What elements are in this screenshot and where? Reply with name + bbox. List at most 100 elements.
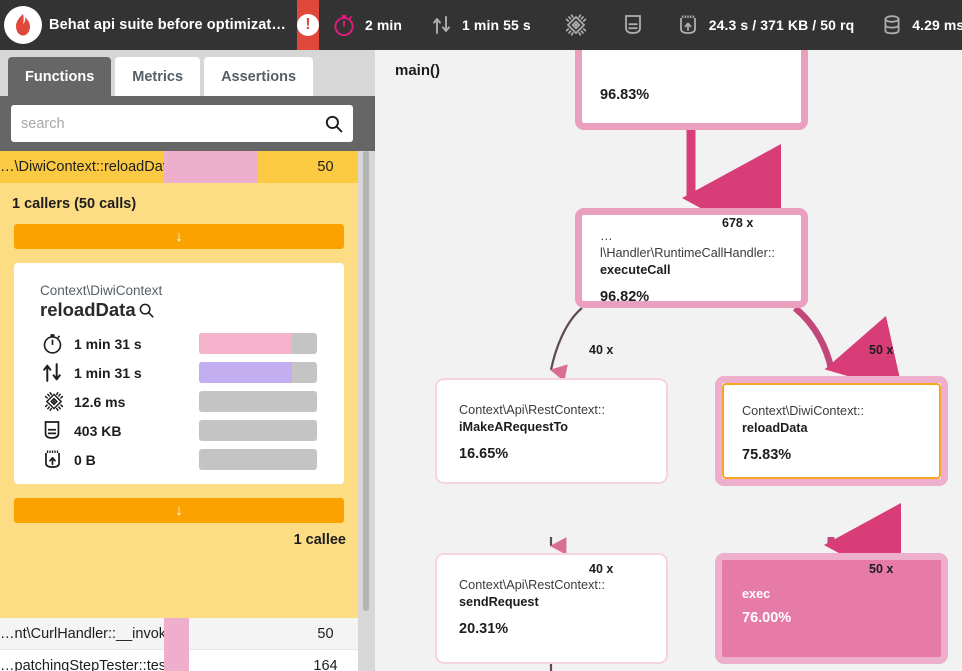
database-icon — [880, 12, 904, 38]
card-metric-value: 0 B — [74, 451, 96, 468]
node-name: exec — [742, 587, 771, 601]
selected-function-bar-track — [164, 151, 293, 183]
callee-name: …nt\CurlHandler::__invoke — [0, 625, 164, 642]
metric-io-time-value: 1 min 55 s — [462, 17, 531, 33]
card-metric-value: 403 KB — [74, 422, 122, 439]
callers-label: 1 callers (50 calls) — [12, 196, 137, 212]
selected-function-name: …\DiwiContext::reloadData — [0, 159, 164, 175]
function-name-row: reloadData — [40, 299, 344, 321]
card-metric-row: 1 min 31 s — [40, 329, 344, 358]
stopwatch-icon — [40, 331, 74, 356]
node-percent: 76.00% — [742, 610, 792, 627]
node-name: executeCall — [600, 263, 671, 278]
blackfire-flame-icon — [4, 6, 42, 44]
edge-label-imakearequestto-sendrequest: 40 x — [589, 562, 614, 576]
io-arrows-icon — [430, 13, 454, 37]
metric-io-time: 1 min 55 s — [430, 0, 531, 50]
card-metric-row: 0 B — [40, 445, 344, 474]
tab-metrics[interactable]: Metrics — [115, 57, 201, 96]
expand-callers-button[interactable]: ↓ — [14, 224, 344, 249]
search-input[interactable] — [11, 115, 315, 132]
list-item[interactable]: …nt\CurlHandler::__invoke 50 — [0, 617, 358, 650]
memory-icon — [40, 418, 74, 443]
metric-database: 4.29 ms / 10 rq — [880, 0, 962, 50]
metric-network-value: 24.3 s / 371 KB / 50 rq — [708, 17, 855, 33]
card-metric-bar-track — [199, 333, 317, 354]
metric-memory — [621, 0, 653, 50]
memory-icon — [621, 12, 645, 38]
call-graph[interactable]: main() 96.83% …l\Handler\RuntimeCallHand… — [375, 50, 962, 671]
callee-bar — [164, 617, 189, 650]
callee-bar-track — [164, 649, 293, 671]
magnifier-icon[interactable] — [138, 302, 155, 319]
node-name: sendRequest — [459, 595, 539, 610]
card-metric-row: 12.6 ms — [40, 387, 344, 416]
app-header: Behat api suite before optimizat… ! 2 mi… — [0, 0, 962, 50]
function-namespace: Context\DiwiContext — [40, 283, 163, 298]
stopwatch-icon — [331, 12, 357, 38]
network-upload-icon — [40, 447, 74, 472]
card-metric-value: 1 min 31 s — [74, 364, 142, 381]
node-percent: 20.31% — [459, 621, 509, 638]
warning-badge[interactable]: ! — [296, 0, 319, 50]
edge-label-executecall-imakearequestto: 40 x — [589, 343, 614, 357]
node-name: reloadData — [742, 421, 808, 436]
card-metric-bar-track — [199, 420, 317, 441]
graph-node-exec[interactable]: exec 76.00% — [715, 553, 948, 664]
cpu-chip-icon — [40, 389, 74, 414]
expand-callees-button[interactable]: ↓ — [14, 498, 344, 523]
metric-cpu — [561, 0, 599, 50]
exclamation-icon: ! — [296, 14, 319, 36]
callee-bar — [164, 649, 189, 671]
callee-name: …patchingStepTester::test — [0, 657, 164, 671]
edge-label-executecall-reloaddata: 50 x — [869, 343, 894, 357]
callee-count: 164 — [313, 657, 338, 671]
sidebar-scrollbar[interactable] — [363, 151, 369, 611]
selected-function-row[interactable]: …\DiwiContext::reloadData 50 — [0, 151, 358, 183]
metric-database-value: 4.29 ms / 10 rq — [912, 17, 962, 33]
node-percent: 96.83% — [600, 87, 650, 103]
graph-node-executecall[interactable]: …l\Handler\RuntimeCallHandler:: executeC… — [575, 208, 808, 308]
node-namespace: …l\Handler\RuntimeCallHandler:: — [600, 229, 775, 261]
function-name: reloadData — [40, 299, 136, 320]
metric-network: 24.3 s / 371 KB / 50 rq — [675, 0, 855, 50]
card-metric-value: 12.6 ms — [74, 393, 126, 410]
card-metric-row: 403 KB — [40, 416, 344, 445]
node-namespace: Context\Api\RestContext:: — [459, 403, 605, 417]
tab-assertions[interactable]: Assertions — [204, 57, 314, 96]
card-metric-bar-track — [199, 362, 317, 383]
callee-bar-track — [164, 617, 293, 650]
node-namespace: Context\Api\RestContext:: — [459, 578, 605, 592]
graph-node-sendrequest[interactable]: Context\Api\RestContext:: sendRequest 20… — [435, 553, 668, 664]
graph-node-imakearequestto[interactable]: Context\Api\RestContext:: iMakeARequestT… — [435, 378, 668, 484]
graph-node-root[interactable]: 96.83% — [575, 50, 808, 130]
selected-function-bar — [164, 151, 259, 183]
edge-label-root-executecall: 678 x — [722, 216, 754, 230]
callee-count: 50 — [317, 625, 334, 642]
card-metric-bar — [199, 333, 293, 354]
search-icon[interactable] — [315, 105, 353, 142]
tab-functions[interactable]: Functions — [8, 57, 112, 96]
node-namespace: Context\DiwiContext:: — [742, 404, 864, 418]
sidebar: Functions Metrics Assertions …\DiwiConte… — [0, 50, 375, 671]
function-card: Context\DiwiContext reloadData 1 min 31 … — [14, 263, 344, 484]
network-upload-icon — [675, 12, 701, 38]
list-item[interactable]: …patchingStepTester::test 164 — [0, 649, 358, 671]
io-arrows-icon — [40, 360, 74, 385]
card-metric-value: 1 min 31 s — [74, 335, 142, 352]
card-metric-row: 1 min 31 s — [40, 358, 344, 387]
node-name: iMakeARequestTo — [459, 420, 569, 435]
callee-count-label: 1 callee — [293, 532, 346, 548]
app-logo[interactable] — [4, 1, 42, 49]
metric-wall-time: 2 min — [331, 0, 402, 50]
node-percent: 75.83% — [742, 447, 792, 464]
graph-node-reloaddata[interactable]: Context\DiwiContext:: reloadData 75.83% — [715, 376, 948, 486]
profile-title: Behat api suite before optimizat… — [49, 17, 286, 33]
cpu-chip-icon — [561, 12, 591, 38]
edge-label-reloaddata-exec: 50 x — [869, 562, 894, 576]
search-box[interactable] — [11, 105, 353, 142]
function-detail-panel: 1 callers (50 calls) ↓ Context\DiwiConte… — [0, 183, 358, 618]
card-metric-bar — [199, 362, 293, 383]
graph-node-reloaddata-inner: Context\DiwiContext:: reloadData 75.83% — [722, 383, 941, 479]
card-metric-bar-track — [199, 391, 317, 412]
